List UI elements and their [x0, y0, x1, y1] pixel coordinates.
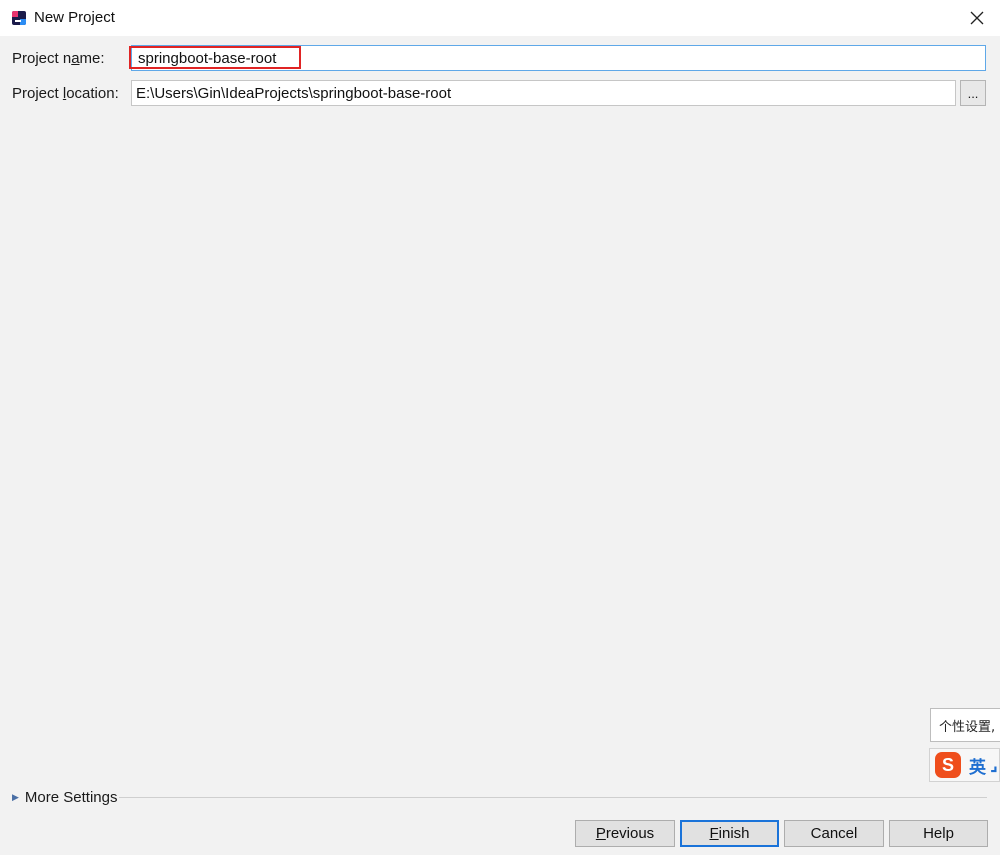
- more-settings-divider: [119, 797, 987, 798]
- ime-tooltip: 个性设置,: [930, 708, 1000, 742]
- ime-status-bar[interactable]: S 英 ⌟: [929, 748, 1000, 782]
- finish-button[interactable]: Finish: [680, 820, 779, 847]
- sogou-logo-icon: S: [935, 752, 961, 778]
- browse-button[interactable]: ...: [960, 80, 986, 106]
- project-location-label: Project location:: [12, 85, 119, 102]
- intellij-idea-icon: [12, 11, 26, 25]
- close-button[interactable]: [954, 0, 1000, 36]
- project-location-input[interactable]: [131, 80, 956, 106]
- help-button[interactable]: Help: [889, 820, 988, 847]
- ime-mode-indicator[interactable]: 英: [969, 753, 986, 778]
- more-settings-toggle[interactable]: ▶ More Settings: [12, 789, 117, 806]
- project-name-label: Project name:: [12, 50, 105, 67]
- previous-button-label: Previous: [595, 825, 655, 842]
- title-bar: New Project: [0, 0, 1000, 36]
- help-button-label: Help: [923, 825, 954, 842]
- cancel-button-label: Cancel: [810, 825, 858, 842]
- close-icon: [970, 11, 984, 25]
- expand-triangle-icon: ▶: [12, 792, 19, 802]
- project-name-input[interactable]: [131, 45, 986, 71]
- previous-button[interactable]: Previous: [575, 820, 675, 847]
- browse-button-label: ...: [967, 85, 979, 101]
- more-settings-label: More Settings: [24, 789, 118, 806]
- ime-extra-glyph: ⌟: [990, 755, 998, 775]
- cancel-button[interactable]: Cancel: [784, 820, 884, 847]
- finish-button-label: Finish: [709, 825, 750, 842]
- window-title: New Project: [34, 9, 115, 26]
